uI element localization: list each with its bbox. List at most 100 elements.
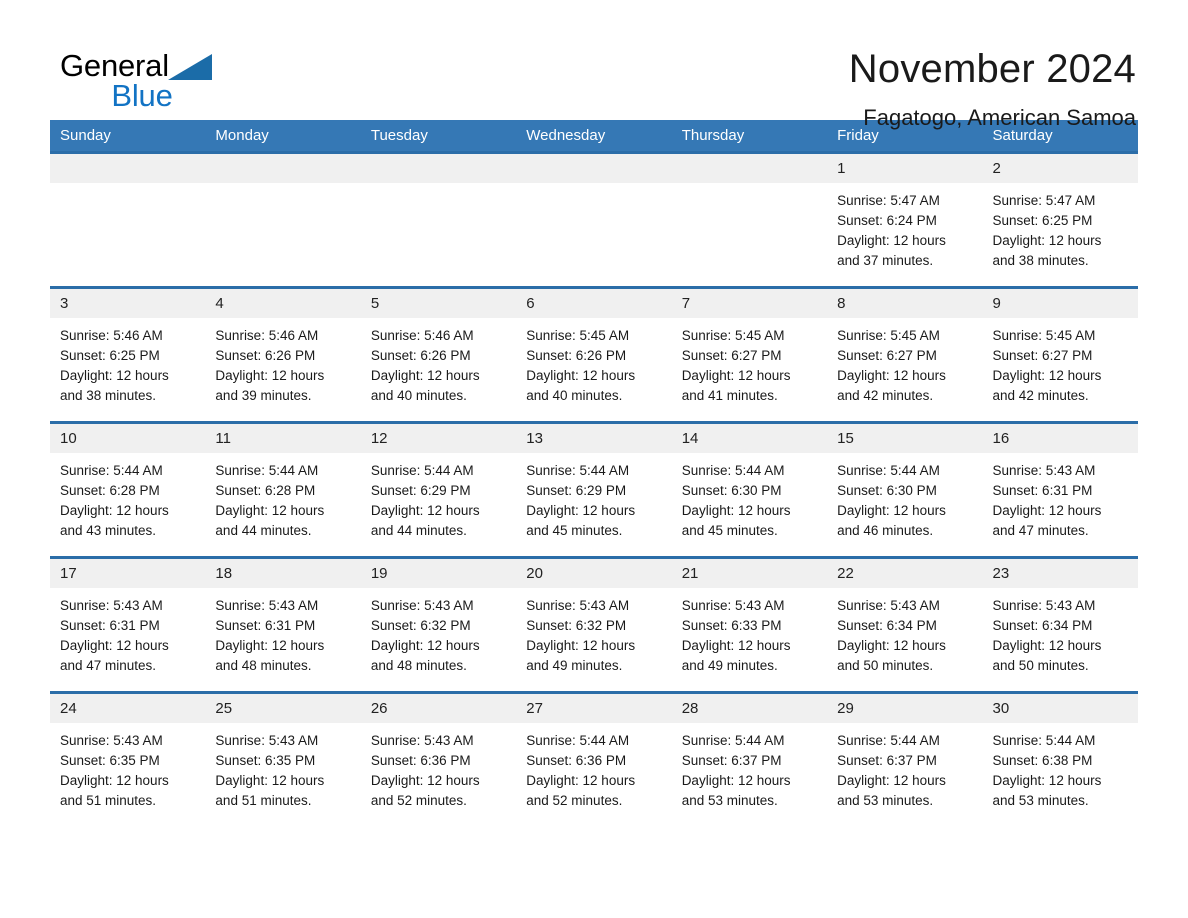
calendar-day-cell[interactable]: 2 Sunrise: 5:47 AM Sunset: 6:25 PM Daylight…: [982, 151, 1138, 288]
calendar-table: Sunday Monday Tuesday Wednesday Thursday Frid…: [50, 120, 1138, 826]
day-number: 22: [827, 559, 983, 588]
day-info-line: and 37 minutes.: [837, 253, 934, 268]
calendar-day-cell[interactable]: 22 Sunrise: 5:43 AM Sunset: 6:34 PM Dayligh…: [827, 556, 983, 693]
calendar-day-cell[interactable]: 21 Sunrise: 5:43 AM Sunset: 6:33 PM Dayligh…: [671, 556, 828, 693]
calendar-day-cell[interactable]: 4 Sunrise: 5:46 AM Sunset: 6:26 PM Daylight…: [205, 286, 361, 423]
day-info-line: Sunrise: 5:46 AM: [60, 328, 163, 343]
calendar-day-cell[interactable]: 13 Sunrise: 5:44 AM Sunset: 6:29 PM Dayligh…: [516, 421, 672, 558]
calendar-day-cell[interactable]: 26 Sunrise: 5:43 AM Sunset: 6:36 PM Dayligh…: [360, 691, 517, 826]
calendar-day-cell[interactable]: 12 Sunrise: 5:44 AM Sunset: 6:29 PM Dayligh…: [360, 421, 517, 558]
day-info-line: Sunset: 6:31 PM: [215, 618, 316, 633]
day-info-line: Daylight: 12 hours: [837, 368, 946, 383]
day-number: 14: [671, 424, 828, 453]
day-info-line: Daylight: 12 hours: [526, 368, 636, 383]
calendar-day-cell[interactable]: 7 Sunrise: 5:45 AM Sunset: 6:27 PM Daylight…: [671, 286, 828, 423]
day-sun-info: Sunrise: 5:43 AM Sunset: 6:31 PM Daylight:…: [50, 588, 205, 676]
calendar-day-cell-empty: [671, 151, 828, 288]
day-info-line: Sunset: 6:32 PM: [370, 618, 471, 633]
day-number: 16: [982, 424, 1138, 453]
calendar-day-cell[interactable]: 10 Sunrise: 5:44 AM Sunset: 6:28 PM Dayligh…: [50, 421, 206, 558]
calendar-day-cell[interactable]: 18 Sunrise: 5:43 AM Sunset: 6:31 PM Dayligh…: [205, 556, 361, 693]
day-info-line: Daylight: 12 hours: [215, 503, 325, 518]
day-info-line: and 52 minutes.: [526, 793, 623, 808]
day-info-line: Sunset: 6:36 PM: [526, 753, 627, 768]
calendar-day-cell[interactable]: 5 Sunrise: 5:46 AM Sunset: 6:26 PM Daylight…: [360, 286, 517, 423]
calendar-day-cell[interactable]: 11 Sunrise: 5:44 AM Sunset: 6:28 PM Dayligh…: [205, 421, 361, 558]
calendar-day-cell[interactable]: 16 Sunrise: 5:43 AM Sunset: 6:31 PM Dayligh…: [982, 421, 1138, 558]
day-number: 25: [205, 694, 361, 723]
day-info-line: and 44 minutes.: [215, 523, 312, 538]
calendar-page: General Blue November 2024 Fagatogo, Ame…: [0, 0, 1188, 918]
day-info-line: Sunrise: 5:46 AM: [215, 328, 319, 343]
day-number: [360, 154, 517, 183]
calendar-day-cell[interactable]: 25 Sunrise: 5:43 AM Sunset: 6:35 PM Dayligh…: [205, 691, 361, 826]
day-info-line: Sunrise: 5:46 AM: [370, 328, 474, 343]
calendar-day-cell[interactable]: 19 Sunrise: 5:43 AM Sunset: 6:32 PM Dayligh…: [360, 556, 517, 693]
day-number: 6: [516, 289, 672, 318]
calendar-day-cell[interactable]: 3 Sunrise: 5:46 AM Sunset: 6:25 PM Daylight…: [50, 286, 206, 423]
generalblue-logo[interactable]: General Blue: [50, 46, 212, 116]
calendar-day-cell[interactable]: 15 Sunrise: 5:44 AM Sunset: 6:30 PM Dayligh…: [827, 421, 983, 558]
day-sun-info: Sunrise: 5:43 AM Sunset: 6:34 PM Daylight:…: [983, 588, 1138, 676]
day-info-line: Daylight: 12 hours: [681, 773, 791, 788]
day-info-line: Daylight: 12 hours: [837, 638, 946, 653]
day-info-line: Daylight: 12 hours: [370, 368, 480, 383]
day-info-line: Daylight: 12 hours: [215, 638, 325, 653]
day-number: 26: [360, 694, 517, 723]
day-number: 17: [50, 559, 206, 588]
day-info-line: Sunset: 6:34 PM: [837, 618, 937, 633]
day-sun-info: [361, 183, 516, 191]
day-sun-info: Sunrise: 5:43 AM Sunset: 6:31 PM Daylight:…: [205, 588, 360, 676]
day-info-line: Sunrise: 5:43 AM: [681, 598, 785, 613]
day-info-line: and 47 minutes.: [60, 658, 157, 673]
calendar-day-cell[interactable]: 17 Sunrise: 5:43 AM Sunset: 6:31 PM Dayligh…: [50, 556, 206, 693]
day-info-line: Daylight: 12 hours: [837, 503, 946, 518]
day-info-line: Sunset: 6:38 PM: [992, 753, 1093, 768]
day-info-line: Daylight: 12 hours: [370, 638, 480, 653]
calendar-day-cell[interactable]: 30 Sunrise: 5:44 AM Sunset: 6:38 PM Dayligh…: [982, 691, 1138, 826]
calendar-day-cell[interactable]: 9 Sunrise: 5:45 AM Sunset: 6:27 PM Daylight…: [982, 286, 1138, 423]
day-info-line: Daylight: 12 hours: [992, 773, 1102, 788]
calendar-day-cell-empty: [516, 151, 672, 288]
day-sun-info: Sunrise: 5:44 AM Sunset: 6:37 PM Daylight:…: [827, 723, 982, 811]
day-number: 12: [360, 424, 517, 453]
day-sun-info: [672, 183, 827, 191]
day-info-line: and 49 minutes.: [681, 658, 778, 673]
day-info-line: Daylight: 12 hours: [526, 773, 636, 788]
page-title: November 2024: [848, 47, 1136, 91]
calendar-day-cell[interactable]: 27 Sunrise: 5:44 AM Sunset: 6:36 PM Dayligh…: [516, 691, 672, 826]
day-number: 7: [671, 289, 828, 318]
day-info-line: Sunset: 6:28 PM: [60, 483, 160, 498]
day-info-line: Daylight: 12 hours: [60, 503, 169, 518]
calendar-body: 1 Sunrise: 5:47 AM Sunset: 6:24 PM Daylight…: [50, 151, 1138, 826]
day-info-line: Sunrise: 5:43 AM: [370, 733, 474, 748]
day-info-line: Sunrise: 5:43 AM: [215, 598, 319, 613]
day-sun-info: Sunrise: 5:44 AM Sunset: 6:37 PM Daylight:…: [672, 723, 827, 811]
calendar-day-cell[interactable]: 1 Sunrise: 5:47 AM Sunset: 6:24 PM Daylight…: [827, 151, 983, 288]
calendar-day-cell[interactable]: 8 Sunrise: 5:45 AM Sunset: 6:27 PM Daylight…: [827, 286, 983, 423]
day-info-line: and 50 minutes.: [837, 658, 934, 673]
calendar-day-cell[interactable]: 23 Sunrise: 5:43 AM Sunset: 6:34 PM Dayligh…: [982, 556, 1138, 693]
day-info-line: Sunrise: 5:43 AM: [60, 598, 163, 613]
day-info-line: Daylight: 12 hours: [60, 638, 169, 653]
calendar-day-cell[interactable]: 6 Sunrise: 5:45 AM Sunset: 6:26 PM Daylight…: [516, 286, 672, 423]
masthead: General Blue November 2024 Fagatogo, Ame…: [50, 0, 1138, 130]
day-number: 28: [671, 694, 828, 723]
calendar-day-cell[interactable]: 29 Sunrise: 5:44 AM Sunset: 6:37 PM Dayligh…: [827, 691, 983, 826]
calendar-day-cell-empty: [50, 151, 206, 288]
day-info-line: and 51 minutes.: [60, 793, 157, 808]
calendar-day-cell[interactable]: 20 Sunrise: 5:43 AM Sunset: 6:32 PM Dayligh…: [516, 556, 672, 693]
calendar-day-cell[interactable]: 14 Sunrise: 5:44 AM Sunset: 6:30 PM Dayligh…: [671, 421, 828, 558]
day-info-line: Sunrise: 5:43 AM: [526, 598, 630, 613]
day-info-line: Sunrise: 5:44 AM: [526, 463, 630, 478]
calendar-week-row: 17 Sunrise: 5:43 AM Sunset: 6:31 PM Dayligh…: [50, 556, 1138, 693]
day-info-line: Sunrise: 5:44 AM: [681, 463, 785, 478]
day-info-line: Sunset: 6:26 PM: [215, 348, 316, 363]
calendar-day-cell-empty: [360, 151, 517, 288]
day-info-line: Daylight: 12 hours: [60, 773, 169, 788]
calendar-day-cell[interactable]: 28 Sunrise: 5:44 AM Sunset: 6:37 PM Dayligh…: [671, 691, 828, 826]
day-sun-info: Sunrise: 5:46 AM Sunset: 6:25 PM Daylight:…: [50, 318, 205, 406]
day-info-line: Sunrise: 5:44 AM: [526, 733, 630, 748]
calendar-day-cell[interactable]: 24 Sunrise: 5:43 AM Sunset: 6:35 PM Dayligh…: [50, 691, 206, 826]
day-info-line: Sunset: 6:27 PM: [681, 348, 782, 363]
